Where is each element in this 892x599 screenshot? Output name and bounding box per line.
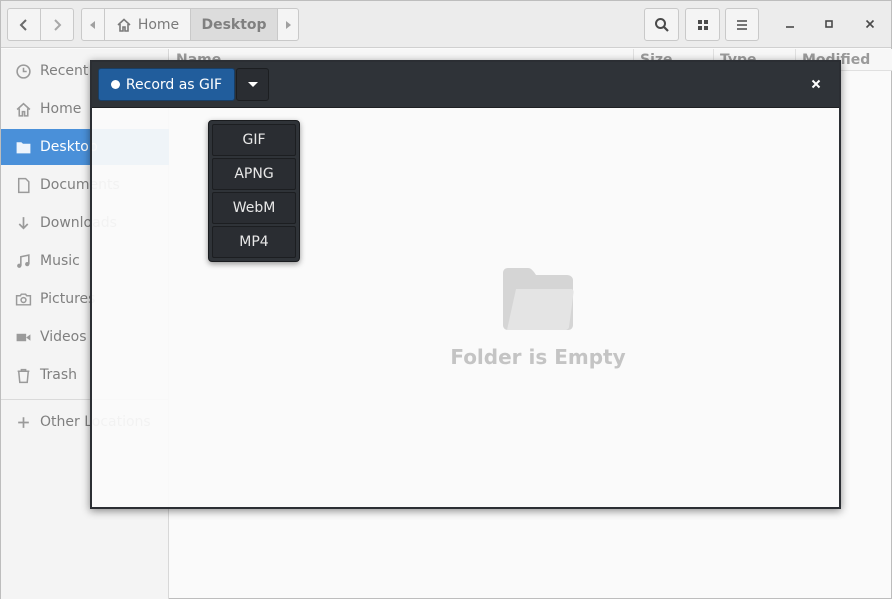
format-menu: GIF APNG WebM MP4 [208,120,300,262]
triangle-left-icon [90,20,95,29]
empty-state: Folder is Empty [2,267,892,369]
format-option-webm[interactable]: WebM [212,192,296,224]
navigation-buttons [7,8,74,41]
path-bar: Home Desktop [81,8,299,41]
path-home-label: Home [137,16,180,33]
close-window-button[interactable] [860,14,880,34]
header-bar: Home Desktop [1,1,891,48]
home-icon [16,102,31,117]
home-icon [117,17,131,32]
menu-button[interactable] [725,8,759,41]
format-option-gif[interactable]: GIF [212,124,296,156]
record-button[interactable]: Record as GIF [98,68,235,101]
sidebar-item-label: Trash [40,367,77,383]
plus-icon [18,416,29,428]
back-button[interactable] [8,9,40,40]
maximize-icon [825,20,833,28]
path-current-button[interactable]: Desktop [190,9,278,40]
recorder-window: Record as GIF GIF APNG WebM MP4 Folder i… [90,60,841,509]
document-icon [17,177,30,193]
caret-down-icon [247,82,258,87]
folder-icon [16,141,31,153]
search-icon [654,17,669,32]
record-button-label: Record as GIF [125,76,223,93]
record-dot-icon [110,80,120,89]
format-option-apng[interactable]: APNG [212,158,296,190]
view-grid-button[interactable] [685,8,720,41]
forward-button[interactable] [40,9,73,40]
empty-state-text: Folder is Empty [450,345,626,369]
triangle-right-icon [286,20,291,29]
path-scroll-left-button[interactable] [82,9,104,40]
path-current-label: Desktop [201,16,267,33]
path-home-button[interactable]: Home [104,9,190,40]
path-scroll-right-button[interactable] [278,9,298,40]
minimize-button[interactable] [780,14,800,34]
close-icon [865,19,875,29]
search-button[interactable] [644,8,679,41]
clock-icon [16,63,31,79]
minimize-icon [786,26,794,28]
maximize-button[interactable] [819,14,839,34]
recorder-close-button[interactable] [807,75,825,93]
format-dropdown-button[interactable] [236,68,269,101]
download-icon [18,216,29,229]
grid-icon [697,19,708,30]
empty-folder-icon [503,268,574,330]
trash-icon [17,368,30,383]
close-icon [811,79,821,89]
chevron-left-icon [19,18,27,31]
hamburger-icon [737,19,747,30]
format-option-mp4[interactable]: MP4 [212,226,296,258]
chevron-right-icon [54,18,62,31]
recorder-toolbar: Record as GIF [92,62,839,108]
sidebar-item-label: Recent [40,63,89,79]
sidebar-item-label: Home [40,101,82,117]
